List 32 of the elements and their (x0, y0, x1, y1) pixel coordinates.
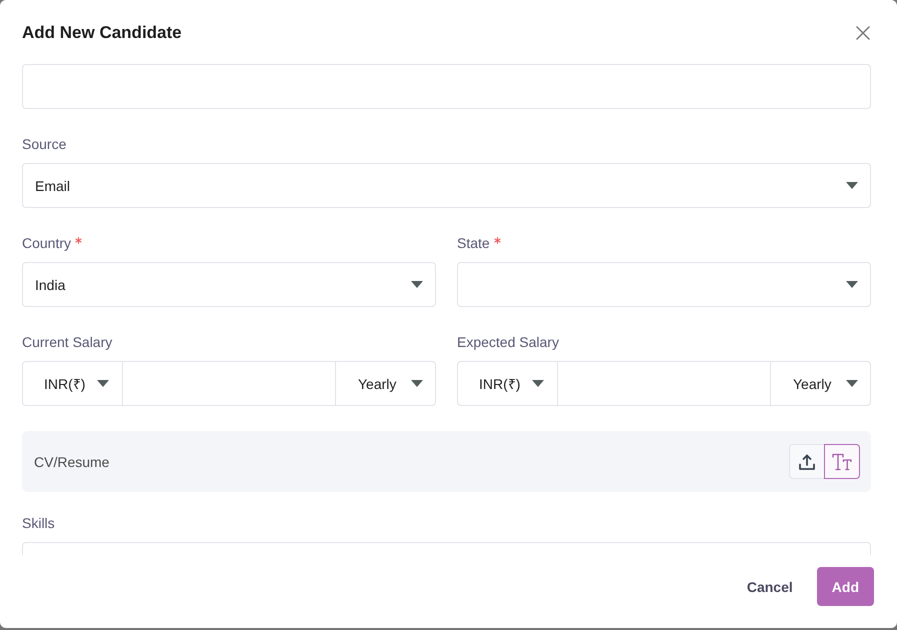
field-label: Source (22, 135, 66, 154)
field-label: CV/Resume (34, 454, 110, 470)
currency-dropdown[interactable]: INR(₹) (457, 361, 557, 406)
amount-field[interactable] (122, 361, 336, 406)
amount-field[interactable] (557, 361, 771, 406)
caret-icon (411, 380, 423, 387)
caret-icon (846, 182, 858, 189)
caret-icon (532, 380, 544, 387)
add-button[interactable]: Add (816, 567, 874, 606)
caret-icon (846, 281, 858, 288)
text-field[interactable] (22, 64, 871, 109)
dialog-title: Add New Candidate (22, 22, 182, 44)
close-icon (856, 26, 870, 40)
currency-dropdown[interactable]: INR(₹) (22, 361, 122, 406)
text-format-icon (832, 452, 852, 470)
field-label: Current Salary (22, 333, 112, 352)
field-label: Expected Salary (457, 333, 559, 352)
text-mode-button[interactable] (824, 444, 860, 479)
upload-icon (798, 452, 816, 470)
period-dropdown[interactable]: Yearly (336, 361, 436, 406)
period-dropdown[interactable]: Yearly (771, 361, 871, 406)
dropdown-field[interactable]: India (22, 262, 436, 307)
field-label: State (457, 234, 490, 253)
close-button[interactable] (855, 25, 871, 41)
caret-icon (97, 380, 109, 387)
caret-icon (846, 380, 858, 387)
dropdown-field[interactable] (457, 262, 871, 307)
field-label: Country (22, 234, 72, 253)
dropdown-field[interactable]: Email (22, 163, 871, 208)
upload-button[interactable] (789, 444, 825, 479)
field-label: Skills (22, 514, 55, 533)
caret-icon (411, 281, 423, 288)
